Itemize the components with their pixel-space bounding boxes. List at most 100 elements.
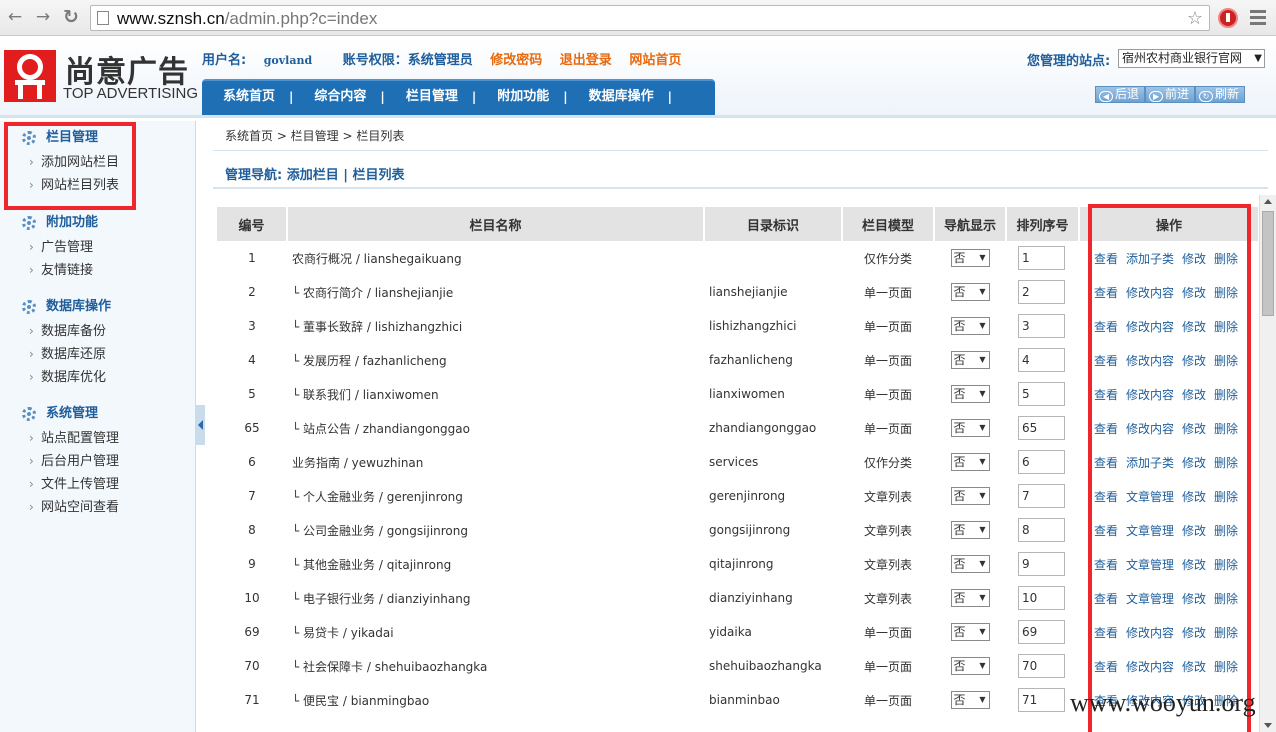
row-name: └ 董事长致辞 / lishizhangzhici [292,319,463,334]
scroll-up-icon[interactable] [1264,199,1272,204]
row-model: 单一页面 [863,625,912,640]
order-input[interactable]: 8 [1018,518,1065,542]
back-arrow-icon[interactable]: ← [4,6,26,28]
gear-icon [22,300,36,314]
username-label: 用户名: [202,53,247,68]
order-input[interactable]: 3 [1018,314,1065,338]
username: govland [263,54,313,67]
logo-subtitle: TOP ADVERTISING [63,85,199,102]
vertical-scrollbar[interactable] [1259,195,1276,732]
sidebar-group-title: 附加功能 [46,215,99,230]
sidebar-item-ads[interactable]: 广告管理 [0,236,196,259]
nav-show-select[interactable]: 否 [950,555,990,573]
nav-database[interactable]: 数据库操作 [568,81,654,113]
row-model: 单一页面 [863,353,912,368]
nav-show-select[interactable]: 否 [950,351,990,369]
row-name: └ 农商行简介 / lianshejianjie [292,285,454,300]
nav-addons[interactable]: 附加功能 [476,81,549,113]
nav-show-select[interactable]: 否 [950,453,990,471]
order-input[interactable]: 65 [1018,416,1065,440]
sidebar-item-site-config[interactable]: 站点配置管理 [0,427,196,450]
nav-show-select[interactable]: 否 [950,657,990,675]
address-bar[interactable]: www.sznsh.cn/admin.php?c=index ☆ [90,5,1210,31]
chevron-down-icon: ▼ [1254,53,1262,64]
sidebar-collapse-handle[interactable] [196,405,205,445]
order-input[interactable]: 1 [1018,246,1065,270]
row-name: └ 个人金融业务 / gerenjinrong [292,489,463,504]
order-input[interactable]: 71 [1018,688,1065,712]
row-name: └ 发展历程 / fazhanlicheng [292,353,447,368]
refresh-button[interactable]: ↻ 刷新 [1195,86,1246,103]
row-id: 10 [244,591,260,605]
divider [213,150,1268,151]
forward-arrow-icon[interactable]: → [32,6,54,28]
row-model: 单一页面 [863,693,912,708]
order-input[interactable]: 4 [1018,348,1065,372]
bookmark-star-icon[interactable]: ☆ [1187,8,1203,29]
row-id: 6 [248,455,256,469]
highlight-box-sidebar [4,122,136,210]
nav-show-select[interactable]: 否 [950,283,990,301]
page-icon [97,11,109,25]
order-input[interactable]: 2 [1018,280,1065,304]
managed-site-select[interactable]: 宿州农村商业银行官网 ▼ [1118,49,1265,68]
row-dir: lianshejianjie [709,285,788,299]
site-home-link[interactable]: 网站首页 [629,53,681,68]
history-forward-button[interactable]: ▶ 前进 [1145,86,1196,103]
scroll-down-icon[interactable] [1264,723,1272,728]
reload-icon[interactable]: ↻ [60,6,82,28]
nav-content[interactable]: 综合内容 [293,81,366,113]
nav-show-select[interactable]: 否 [950,249,990,267]
back-icon: ◀ [1099,91,1113,102]
nav-system-home[interactable]: 系统首页 [202,81,275,113]
nav-show-select[interactable]: 否 [950,487,990,505]
manage-nav-links[interactable]: 添加栏目 | 栏目列表 [287,168,405,183]
history-back-button[interactable]: ◀ 后退 [1095,86,1146,103]
row-model: 单一页面 [863,319,912,334]
row-dir: services [709,455,759,469]
sidebar-group-database: 数据库操作 数据库备份 数据库还原 数据库优化 [0,294,196,389]
nav-show-select[interactable]: 否 [950,385,990,403]
order-input[interactable]: 5 [1018,382,1065,406]
row-model: 单一页面 [863,659,912,674]
logout-link[interactable]: 退出登录 [560,53,612,68]
order-input[interactable]: 9 [1018,552,1065,576]
sidebar-item-db-backup[interactable]: 数据库备份 [0,320,196,343]
row-dir: fazhanlicheng [709,353,793,367]
order-input[interactable]: 7 [1018,484,1065,508]
extension-icon[interactable] [1218,8,1238,28]
row-model: 仅作分类 [863,251,912,266]
row-dir: lianxiwomen [709,387,785,401]
sidebar-item-uploads[interactable]: 文件上传管理 [0,473,196,496]
nav-show-select[interactable]: 否 [950,521,990,539]
browser-menu-icon[interactable] [1250,10,1266,28]
scroll-thumb[interactable] [1262,211,1274,316]
nav-show-select[interactable]: 否 [950,623,990,641]
order-input[interactable]: 69 [1018,620,1065,644]
nav-show-select[interactable]: 否 [950,317,990,335]
logo-icon [4,50,56,102]
order-input[interactable]: 10 [1018,586,1065,610]
row-dir: shehuibaozhangka [709,659,822,673]
nav-show-select[interactable]: 否 [950,691,990,709]
nav-show-select[interactable]: 否 [950,589,990,607]
sidebar-group-system: 系统管理 站点配置管理 后台用户管理 文件上传管理 网站空间查看 [0,401,196,519]
col-dir: 目录标识 [704,207,843,241]
row-id: 1 [248,251,256,265]
row-dir: yidaika [709,625,752,639]
highlight-box-ops [1088,204,1251,732]
sidebar-item-db-restore[interactable]: 数据库还原 [0,343,196,366]
sidebar-item-admin-users[interactable]: 后台用户管理 [0,450,196,473]
sidebar-item-links[interactable]: 友情链接 [0,259,196,282]
row-name: └ 易贷卡 / yikadai [292,625,394,640]
nav-show-select[interactable]: 否 [950,419,990,437]
sidebar-item-space[interactable]: 网站空间查看 [0,496,196,519]
sidebar-group-title: 系统管理 [46,406,99,421]
order-input[interactable]: 6 [1018,450,1065,474]
sidebar-item-db-optimize[interactable]: 数据库优化 [0,366,196,389]
row-dir: gerenjinrong [709,489,786,503]
change-password-link[interactable]: 修改密码 [490,53,542,68]
order-input[interactable]: 70 [1018,654,1065,678]
refresh-icon: ↻ [1199,91,1214,102]
nav-category[interactable]: 栏目管理 [385,81,458,113]
